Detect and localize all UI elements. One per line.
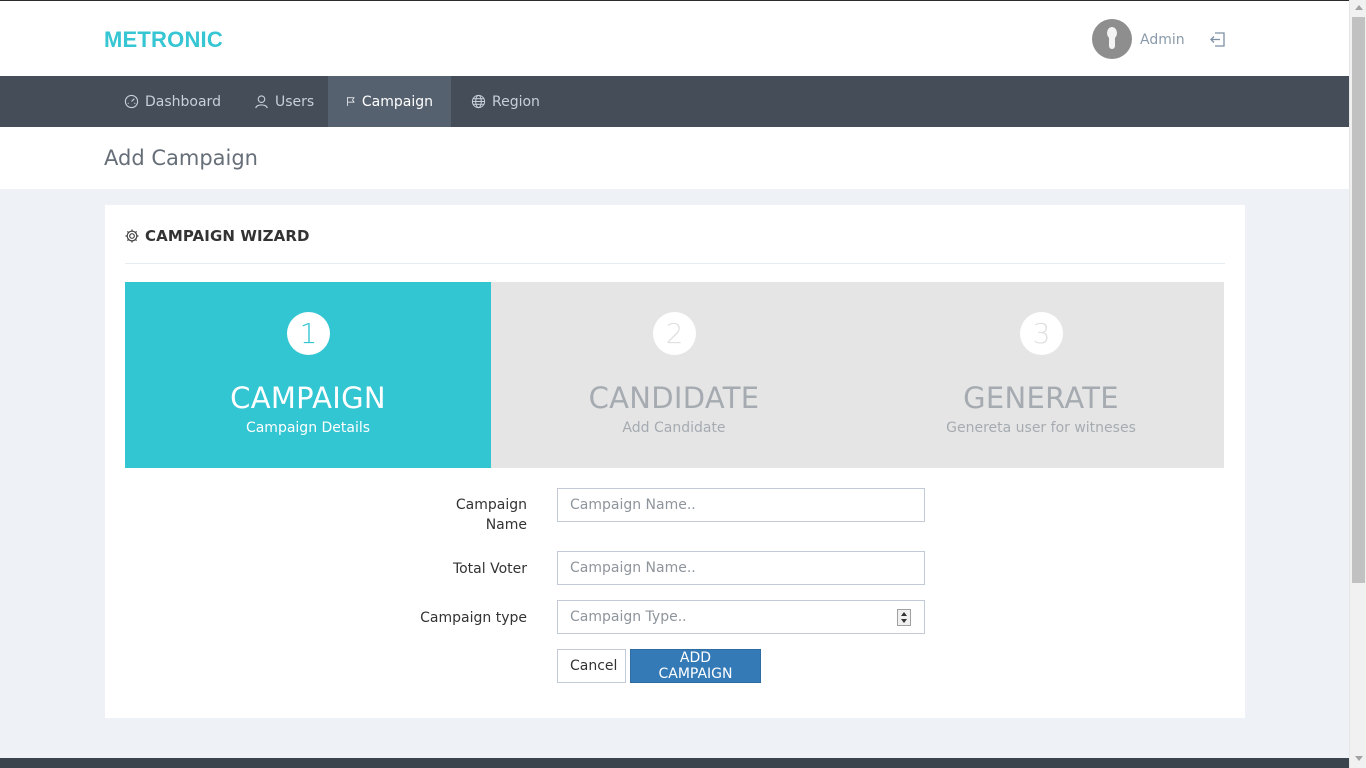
campaign-name-input[interactable] xyxy=(557,488,925,522)
step-title: GENERATE xyxy=(963,381,1119,415)
step-title: CANDIDATE xyxy=(588,381,760,415)
flag-icon xyxy=(347,97,355,106)
page: METRONIC Admin Dashboard Users Campaign … xyxy=(0,0,1349,768)
footer-bar xyxy=(0,758,1349,768)
wizard-step-generate[interactable]: 3 GENERATE Genereta user for witneses xyxy=(858,282,1224,468)
divider xyxy=(125,263,1225,264)
step-subtitle: Add Candidate xyxy=(622,420,726,436)
gear-icon xyxy=(125,229,139,243)
campaign-name-label: Campaign Name xyxy=(427,495,527,535)
portlet-title: CAMPAIGN WIZARD xyxy=(124,227,310,245)
page-title: Add Campaign xyxy=(104,146,258,170)
step-subtitle: Campaign Details xyxy=(245,420,371,436)
total-voter-label: Total Voter xyxy=(452,561,527,577)
total-voter-input[interactable] xyxy=(557,551,925,585)
nav-item-users[interactable]: Users xyxy=(236,76,332,127)
nav-label: Dashboard xyxy=(145,93,221,110)
nav-item-campaign[interactable]: Campaign xyxy=(328,76,451,127)
nav-label: Region xyxy=(492,93,540,110)
brand-logo[interactable]: METRONIC xyxy=(104,27,223,53)
users-icon xyxy=(255,95,268,109)
wizard-steps: 1 CAMPAIGN Campaign Details 2 CANDIDATE … xyxy=(125,282,1224,468)
globe-icon xyxy=(471,94,486,109)
label-line: Campaign xyxy=(455,497,527,513)
step-number: 1 xyxy=(287,312,330,355)
speedometer-icon xyxy=(124,94,139,109)
nav-label: Users xyxy=(275,93,315,110)
campaign-type-input[interactable] xyxy=(557,600,925,634)
page-head: Add Campaign xyxy=(0,127,1349,189)
user-avatar-icon[interactable] xyxy=(1092,19,1132,59)
main-nav: Dashboard Users Campaign Region xyxy=(0,76,1349,127)
step-title: CAMPAIGN xyxy=(230,381,386,415)
wizard-step-candidate[interactable]: 2 CANDIDATE Add Candidate xyxy=(491,282,857,468)
cancel-button[interactable]: Cancel xyxy=(557,649,626,683)
campaign-type-label: Campaign type xyxy=(420,610,527,626)
step-subtitle: Genereta user for witneses xyxy=(946,420,1136,436)
scroll-thumb[interactable] xyxy=(1352,17,1365,583)
vertical-scrollbar[interactable] xyxy=(1349,0,1366,768)
step-number: 3 xyxy=(1020,312,1063,355)
add-campaign-button[interactable]: ADD CAMPAIGN xyxy=(630,649,761,683)
label-line: Name xyxy=(485,517,527,533)
wizard-title: CAMPAIGN WIZARD xyxy=(145,227,310,245)
wizard-step-campaign[interactable]: 1 CAMPAIGN Campaign Details xyxy=(125,282,491,468)
user-name[interactable]: Admin xyxy=(1140,32,1185,48)
scroll-down-icon[interactable] xyxy=(1355,756,1363,761)
nav-item-region[interactable]: Region xyxy=(453,76,558,127)
scroll-up-icon[interactable] xyxy=(1355,5,1363,10)
nav-label: Campaign xyxy=(361,93,433,110)
wizard-portlet: CAMPAIGN WIZARD 1 CAMPAIGN Campaign Deta… xyxy=(105,205,1245,718)
campaign-type-stepper[interactable] xyxy=(897,609,911,626)
stepper-down-icon[interactable] xyxy=(901,619,907,624)
top-header: METRONIC Admin xyxy=(0,0,1349,76)
stepper-up-icon[interactable] xyxy=(901,611,907,616)
nav-item-dashboard[interactable]: Dashboard xyxy=(106,76,239,127)
step-number: 2 xyxy=(653,312,696,355)
logout-icon[interactable] xyxy=(1209,31,1227,49)
